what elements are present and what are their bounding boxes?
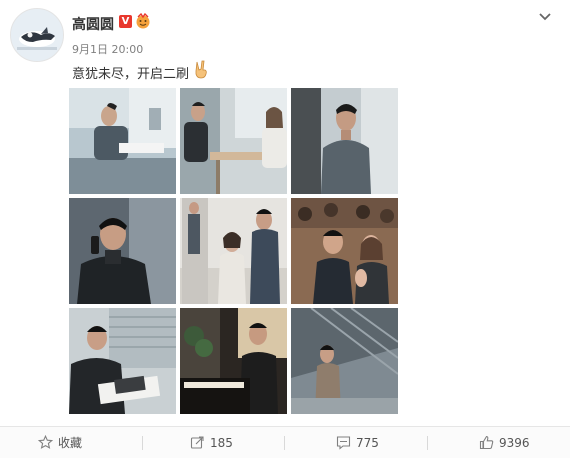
photo-cafe-table[interactable]	[180, 88, 287, 194]
favorite-label: 收藏	[58, 436, 83, 450]
like-count: 9396	[499, 435, 530, 450]
username[interactable]: 高圆圆	[72, 14, 114, 34]
repost-count: 185	[210, 435, 233, 450]
action-separator	[284, 436, 285, 450]
post-timestamp[interactable]: 9月1日 20:00	[72, 41, 143, 57]
avatar[interactable]	[10, 8, 64, 62]
photo-rooftop-walk[interactable]	[291, 308, 398, 414]
emoji-badge-icon	[136, 13, 150, 29]
photo-grid	[69, 88, 398, 415]
verified-badge: V	[119, 15, 132, 28]
comment-button[interactable]: 775	[336, 427, 379, 458]
action-bar: 收藏 185 775 9396	[0, 427, 570, 458]
photo-office-meeting[interactable]	[69, 88, 176, 194]
thumbs-up-icon	[479, 435, 494, 450]
photo-playing-piano[interactable]	[180, 308, 287, 414]
favorite-button[interactable]: 收藏	[38, 427, 82, 458]
photo-window-portrait[interactable]	[291, 88, 398, 194]
action-separator	[142, 436, 143, 450]
repost-button[interactable]: 185	[190, 427, 233, 458]
photo-couple-standing[interactable]	[180, 198, 287, 304]
chevron-down-icon[interactable]	[538, 10, 552, 24]
share-icon	[190, 436, 204, 449]
photo-phone-call[interactable]	[69, 198, 176, 304]
comment-count: 775	[356, 435, 379, 450]
action-separator	[427, 436, 428, 450]
post-text: 意犹未尽，开启二刷	[72, 67, 190, 82]
star-icon	[38, 435, 53, 449]
weibo-post-card: 高圆圆 V 9月1日 20:00 意犹未尽，开启二刷 收藏 185 775 93…	[0, 0, 570, 458]
photo-audience-clapping[interactable]	[291, 198, 398, 304]
comment-icon	[336, 436, 351, 450]
photo-reading-document[interactable]	[69, 308, 176, 414]
peace-hand-icon	[195, 60, 207, 79]
like-button[interactable]: 9396	[479, 427, 530, 458]
